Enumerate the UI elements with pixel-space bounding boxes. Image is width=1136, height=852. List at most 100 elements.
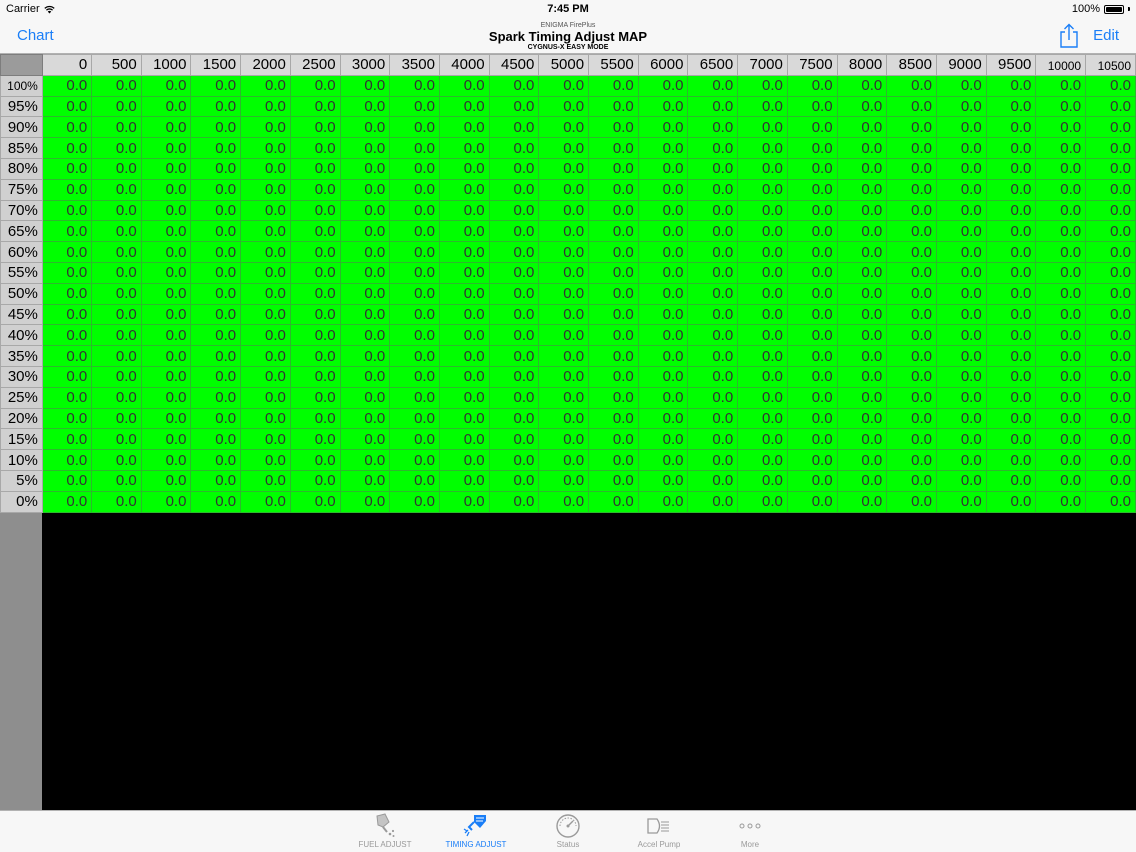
timing-cell[interactable]: 0.0	[41, 365, 93, 388]
timing-cell[interactable]: 0.0	[538, 74, 590, 97]
timing-cell[interactable]: 0.0	[737, 469, 788, 492]
timing-cell[interactable]: 0.0	[190, 220, 242, 243]
timing-cell[interactable]: 0.0	[289, 345, 341, 367]
timing-cell[interactable]: 0.0	[985, 95, 1037, 118]
timing-cell[interactable]: 0.0	[935, 365, 987, 388]
timing-cell[interactable]: 0.0	[289, 116, 341, 139]
timing-cell[interactable]: 0.0	[240, 157, 291, 180]
timing-cell[interactable]: 0.0	[41, 199, 93, 222]
timing-cell[interactable]: 0.0	[786, 469, 838, 492]
timing-cell[interactable]: 0.0	[836, 365, 888, 388]
timing-cell[interactable]: 0.0	[836, 95, 888, 118]
timing-cell[interactable]: 0.0	[140, 282, 192, 305]
timing-cell[interactable]: 0.0	[289, 220, 341, 243]
timing-cell[interactable]: 0.0	[538, 116, 590, 139]
timing-cell[interactable]: 0.0	[886, 469, 937, 492]
timing-cell[interactable]: 0.0	[240, 324, 291, 347]
timing-cell[interactable]: 0.0	[289, 469, 341, 492]
timing-cell[interactable]: 0.0	[737, 386, 788, 409]
timing-cell[interactable]: 0.0	[289, 324, 341, 347]
timing-cell[interactable]: 0.0	[886, 407, 937, 430]
timing-cell[interactable]: 0.0	[588, 469, 639, 492]
timing-cell[interactable]: 0.0	[985, 261, 1037, 284]
timing-cell[interactable]: 0.0	[985, 324, 1037, 347]
timing-cell[interactable]: 0.0	[687, 95, 739, 118]
timing-cell[interactable]: 0.0	[389, 178, 440, 201]
timing-cell[interactable]: 0.0	[389, 345, 440, 367]
timing-cell[interactable]: 0.0	[1085, 365, 1136, 388]
timing-cell[interactable]: 0.0	[985, 199, 1037, 222]
timing-cell[interactable]: 0.0	[488, 282, 540, 305]
timing-cell[interactable]: 0.0	[41, 95, 93, 118]
timing-cell[interactable]: 0.0	[687, 386, 739, 409]
timing-cell[interactable]: 0.0	[985, 74, 1037, 97]
timing-cell[interactable]: 0.0	[985, 282, 1037, 305]
timing-cell[interactable]: 0.0	[836, 116, 888, 139]
timing-cell[interactable]: 0.0	[836, 345, 888, 367]
timing-cell[interactable]: 0.0	[637, 386, 689, 409]
timing-cell[interactable]: 0.0	[637, 303, 689, 326]
timing-cell[interactable]: 0.0	[41, 157, 93, 180]
timing-cell[interactable]: 0.0	[687, 116, 739, 139]
timing-cell[interactable]: 0.0	[637, 490, 689, 513]
timing-cell[interactable]: 0.0	[1085, 469, 1136, 492]
timing-cell[interactable]: 0.0	[786, 116, 838, 139]
timing-cell[interactable]: 0.0	[91, 178, 142, 201]
timing-cell[interactable]: 0.0	[935, 220, 987, 243]
timing-cell[interactable]: 0.0	[1035, 407, 1087, 430]
timing-cell[interactable]: 0.0	[438, 137, 490, 159]
timing-cell[interactable]: 0.0	[339, 449, 391, 471]
timing-cell[interactable]: 0.0	[985, 449, 1037, 471]
timing-cell[interactable]: 0.0	[140, 428, 192, 451]
timing-cell[interactable]: 0.0	[1085, 490, 1136, 513]
timing-cell[interactable]: 0.0	[488, 386, 540, 409]
tab-status[interactable]: Status	[528, 812, 608, 852]
timing-cell[interactable]: 0.0	[886, 261, 937, 284]
timing-cell[interactable]: 0.0	[935, 241, 987, 263]
timing-cell[interactable]: 0.0	[289, 282, 341, 305]
timing-cell[interactable]: 0.0	[588, 282, 639, 305]
timing-cell[interactable]: 0.0	[389, 199, 440, 222]
timing-cell[interactable]: 0.0	[737, 178, 788, 201]
timing-cell[interactable]: 0.0	[1085, 303, 1136, 326]
timing-cell[interactable]: 0.0	[935, 324, 987, 347]
timing-cell[interactable]: 0.0	[339, 137, 391, 159]
timing-cell[interactable]: 0.0	[588, 261, 639, 284]
timing-cell[interactable]: 0.0	[985, 241, 1037, 263]
timing-cell[interactable]: 0.0	[438, 116, 490, 139]
timing-cell[interactable]: 0.0	[389, 157, 440, 180]
timing-cell[interactable]: 0.0	[1035, 199, 1087, 222]
timing-cell[interactable]: 0.0	[538, 95, 590, 118]
timing-cell[interactable]: 0.0	[637, 137, 689, 159]
timing-cell[interactable]: 0.0	[786, 345, 838, 367]
timing-cell[interactable]: 0.0	[438, 241, 490, 263]
timing-cell[interactable]: 0.0	[240, 220, 291, 243]
timing-cell[interactable]: 0.0	[935, 386, 987, 409]
timing-cell[interactable]: 0.0	[240, 407, 291, 430]
timing-cell[interactable]: 0.0	[389, 220, 440, 243]
timing-cell[interactable]: 0.0	[389, 95, 440, 118]
timing-cell[interactable]: 0.0	[289, 157, 341, 180]
timing-cell[interactable]: 0.0	[538, 428, 590, 451]
timing-cell[interactable]: 0.0	[836, 449, 888, 471]
timing-cell[interactable]: 0.0	[737, 490, 788, 513]
timing-cell[interactable]: 0.0	[140, 74, 192, 97]
timing-cell[interactable]: 0.0	[588, 220, 639, 243]
timing-cell[interactable]: 0.0	[886, 74, 937, 97]
timing-cell[interactable]: 0.0	[1085, 74, 1136, 97]
timing-cell[interactable]: 0.0	[389, 116, 440, 139]
timing-cell[interactable]: 0.0	[91, 241, 142, 263]
timing-cell[interactable]: 0.0	[389, 137, 440, 159]
timing-cell[interactable]: 0.0	[588, 407, 639, 430]
timing-cell[interactable]: 0.0	[836, 178, 888, 201]
timing-cell[interactable]: 0.0	[538, 137, 590, 159]
timing-cell[interactable]: 0.0	[737, 116, 788, 139]
timing-cell[interactable]: 0.0	[786, 428, 838, 451]
timing-cell[interactable]: 0.0	[1085, 137, 1136, 159]
timing-cell[interactable]: 0.0	[140, 345, 192, 367]
timing-cell[interactable]: 0.0	[588, 428, 639, 451]
timing-cell[interactable]: 0.0	[140, 157, 192, 180]
timing-cell[interactable]: 0.0	[687, 199, 739, 222]
timing-cell[interactable]: 0.0	[737, 95, 788, 118]
timing-cell[interactable]: 0.0	[289, 261, 341, 284]
